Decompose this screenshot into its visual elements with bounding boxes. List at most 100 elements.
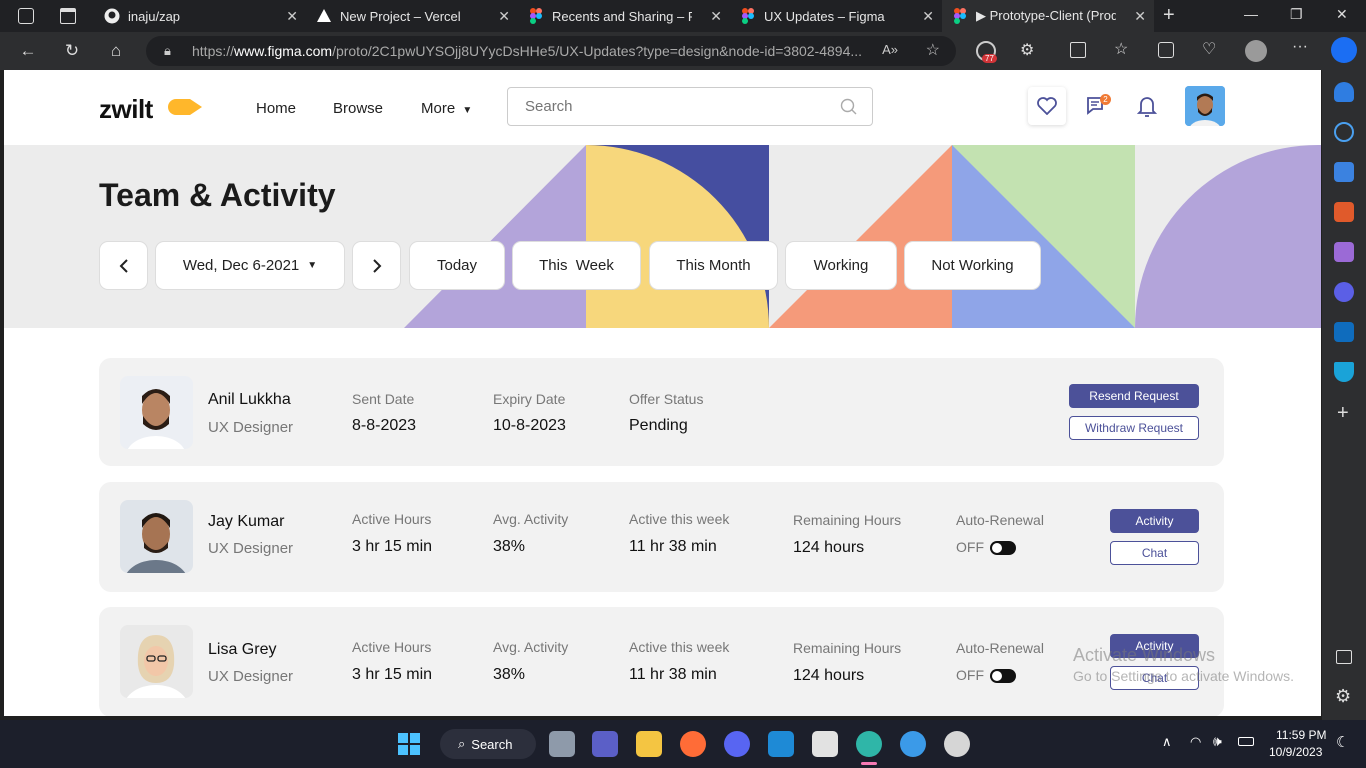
filter-this-week[interactable]: This Week [512,241,641,290]
workspaces-icon[interactable] [18,8,34,24]
search-input[interactable] [507,87,873,126]
offer-card: Anil Lukkha UX Designer Sent Date 8-8-20… [99,358,1224,466]
auto-renewal-toggle[interactable] [990,541,1016,555]
slack-icon[interactable] [812,731,838,757]
avatar-image [1185,86,1225,126]
avg-activity-label: Avg. Activity [493,511,569,527]
collections-icon[interactable] [1158,42,1174,58]
shopping-icon[interactable] [1334,162,1354,182]
close-tab-icon[interactable]: ✕ [498,8,510,25]
search-icon[interactable] [1334,122,1354,142]
wifi-icon[interactable]: ◠ [1190,734,1201,750]
new-tab-icon[interactable]: + [1163,4,1175,27]
taskbar-search[interactable]: ⌕ Search [440,729,536,759]
clock-time[interactable]: 11:59 PM [1276,728,1326,742]
performance-icon[interactable]: ♡ [1202,39,1216,59]
teams-icon[interactable] [592,731,618,757]
chat-button[interactable]: Chat [1110,541,1199,565]
auto-renewal-state: OFF [956,667,984,683]
member-name: Jay Kumar [208,513,285,530]
messages-button[interactable]: 2 [1078,87,1116,125]
filter-today[interactable]: Today [409,241,505,290]
close-tab-icon[interactable]: ✕ [710,8,722,25]
logo[interactable]: zwilt [99,94,153,125]
tab-title: UX Updates – Figma [764,8,885,24]
nav-home[interactable]: Home [256,100,296,117]
volume-icon[interactable]: 🕪︎ [1213,733,1222,750]
more-menu-icon[interactable]: ··· [1292,38,1308,56]
split-screen-icon[interactable] [1070,42,1086,58]
add-sidebar-icon[interactable]: + [1337,402,1349,425]
close-window-icon[interactable]: ✕ [1336,6,1348,23]
tab-figma-recents[interactable]: Recents and Sharing – Figma ✕ [518,0,730,32]
settings-icon[interactable]: ⚙ [1335,686,1351,707]
refresh-icon[interactable]: ↻ [62,41,82,61]
drop-icon[interactable] [1334,362,1354,382]
home-icon[interactable]: ⌂ [106,41,126,61]
tab-prototype-active[interactable]: ▶ Prototype-Client (Product ✕ [942,0,1154,32]
active-week-label: Active this week [629,511,730,527]
read-aloud-icon[interactable]: A» [882,42,898,57]
tab-actions-icon[interactable] [60,8,76,24]
favorites-heart-button[interactable] [1028,87,1066,125]
prev-date-button[interactable] [99,241,148,290]
date-picker[interactable]: Wed, Dec 6-2021 ▼ [155,241,345,290]
copilot-icon[interactable] [1334,282,1354,302]
tab-vercel[interactable]: New Project – Vercel ✕ [306,0,518,32]
outlook-icon[interactable] [1334,322,1354,342]
notification-bell-icon[interactable] [1334,82,1354,102]
activity-button[interactable]: Activity [1110,509,1199,533]
tab-github[interactable]: inaju/zap ✕ [94,0,306,32]
expiry-date-label: Expiry Date [493,391,566,407]
url-field[interactable]: 🔒︎ https://www.figma.com/proto/2C1pwUYSO… [146,36,956,66]
resend-request-button[interactable]: Resend Request [1069,384,1199,408]
file-explorer-icon[interactable] [636,731,662,757]
bing-icon[interactable] [1331,37,1357,63]
close-tab-icon[interactable]: ✕ [286,8,298,25]
filter-this-month[interactable]: This Month [649,241,778,290]
auto-renewal-toggle[interactable] [990,669,1016,683]
nav-browse[interactable]: Browse [333,100,383,117]
postman-icon[interactable] [680,731,706,757]
remaining-hours-label: Remaining Hours [793,512,902,528]
back-icon[interactable]: ← [18,41,38,61]
member-photo [120,376,193,449]
tab-figma-ux[interactable]: UX Updates – Figma ✕ [730,0,942,32]
restore-icon[interactable]: ❐ [1290,6,1303,23]
next-date-button[interactable] [352,241,401,290]
notifications-button[interactable] [1128,87,1166,125]
minimize-icon[interactable]: — [1244,6,1258,22]
search-icon[interactable] [840,98,858,116]
task-view-icon[interactable] [549,731,575,757]
focus-moon-icon[interactable]: ☾ [1336,733,1349,751]
edge-dev-icon[interactable] [900,731,926,757]
filter-working[interactable]: Working [785,241,897,290]
nav-more[interactable]: More ▼ [421,100,472,117]
edge-icon[interactable] [856,731,882,757]
member-photo [120,625,193,698]
close-tab-icon[interactable]: ✕ [1134,8,1146,25]
battery-icon[interactable] [1238,737,1254,746]
messages-badge: 2 [1100,94,1111,105]
extension-badge: 77 [982,54,997,63]
extensions-puzzle-icon[interactable]: ⚙ [1020,40,1034,60]
active-week-value: 11 hr 38 min [629,538,717,555]
user-avatar[interactable] [1185,86,1225,126]
sidebar-toggle-icon[interactable] [1336,650,1352,664]
tools-icon[interactable] [1334,202,1354,222]
games-icon[interactable] [1334,242,1354,262]
member-role: UX Designer [208,419,294,436]
close-tab-icon[interactable]: ✕ [922,8,934,25]
chrome-app-icon[interactable] [944,731,970,757]
overflow-chevron-icon[interactable]: ∧ [1162,734,1172,750]
figma-icon [528,8,544,24]
favorites-icon[interactable]: ☆ [1114,39,1128,59]
withdraw-request-button[interactable]: Withdraw Request [1069,416,1199,440]
clock-date[interactable]: 10/9/2023 [1269,745,1322,759]
favorite-star-icon[interactable]: ☆ [926,40,940,60]
discord-icon[interactable] [724,731,750,757]
start-icon[interactable] [398,733,420,755]
vscode-icon[interactable] [768,731,794,757]
filter-not-working[interactable]: Not Working [904,241,1041,290]
profile-icon[interactable] [1245,40,1267,62]
